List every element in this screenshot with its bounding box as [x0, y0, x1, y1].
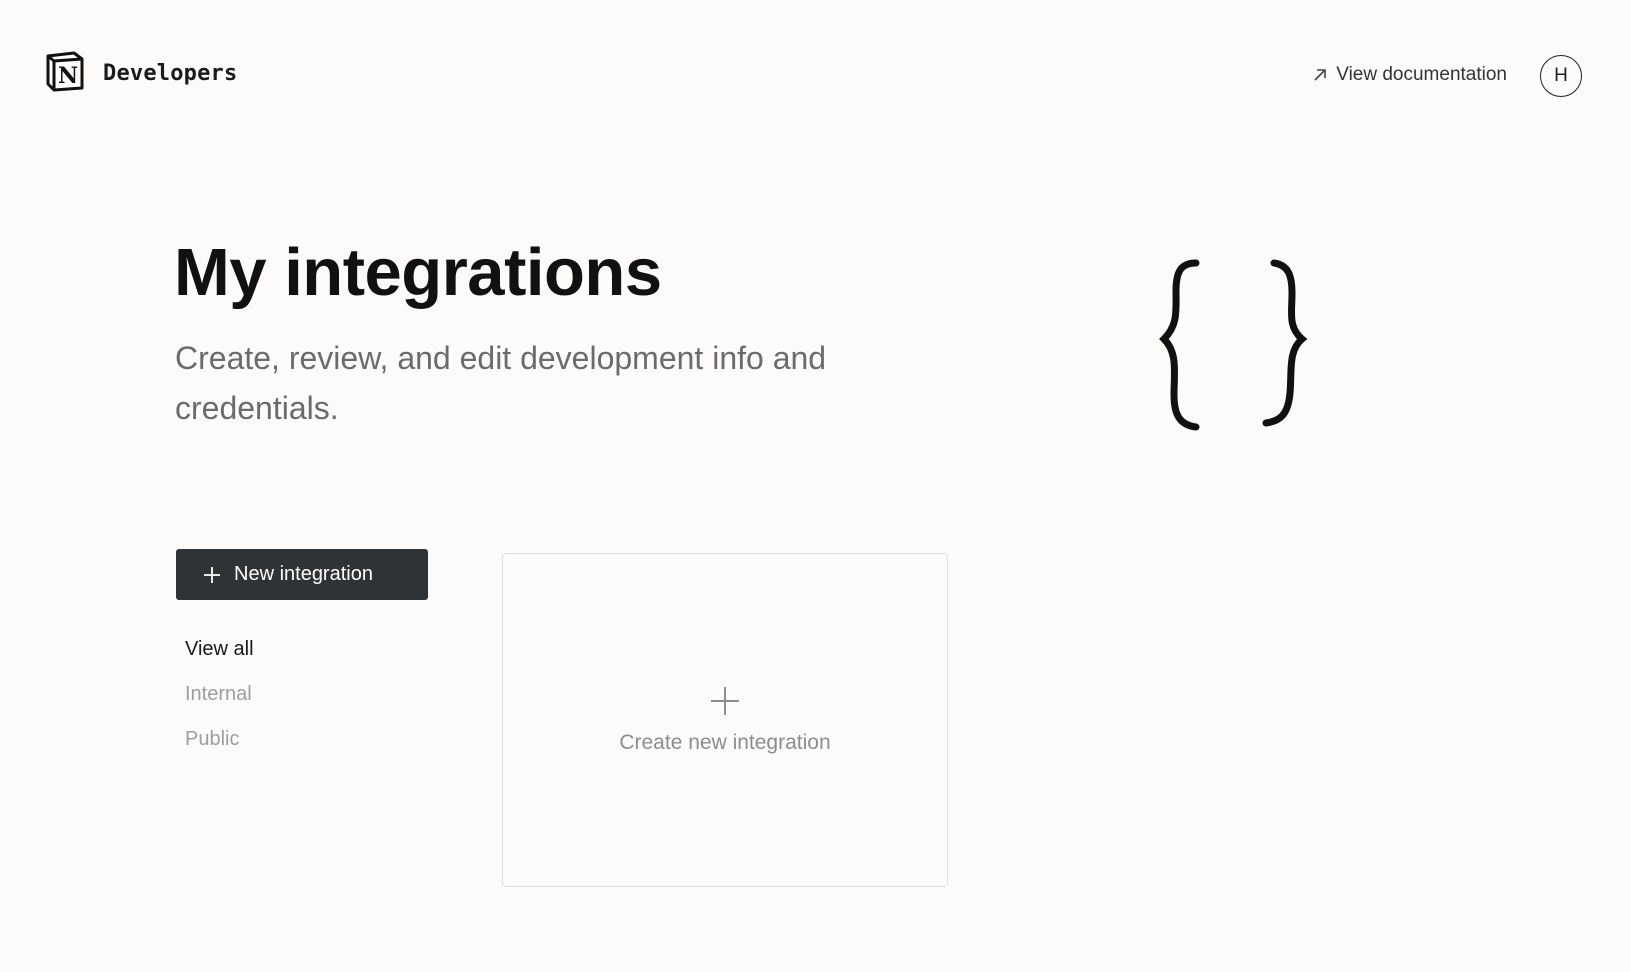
plus-icon — [711, 687, 739, 715]
new-integration-button[interactable]: New integration — [176, 549, 428, 600]
notion-logo-icon[interactable]: N — [44, 50, 86, 92]
filter-view-all[interactable]: View all — [185, 634, 254, 679]
user-avatar[interactable]: H — [1540, 55, 1582, 97]
arrow-up-right-icon — [1314, 69, 1327, 81]
create-integration-card[interactable]: Create new integration — [502, 553, 948, 887]
new-integration-label: New integration — [234, 563, 373, 585]
brand-title: Developers — [103, 61, 238, 86]
page-title: My integrations — [174, 235, 662, 310]
view-documentation-link[interactable]: View documentation — [1312, 64, 1507, 86]
plus-icon — [204, 566, 220, 583]
page-subtitle: Create, review, and edit development inf… — [175, 340, 827, 426]
curly-braces-icon — [1159, 259, 1308, 431]
doc-link-label: View documentation — [1336, 64, 1507, 85]
filter-public[interactable]: Public — [185, 724, 254, 769]
create-integration-label: Create new integration — [619, 731, 831, 754]
developers-page: N Developers View documentation H My int… — [0, 0, 1631, 972]
filter-internal[interactable]: Internal — [185, 679, 254, 724]
integration-filters: View all Internal Public — [185, 634, 254, 769]
svg-text:N: N — [58, 63, 78, 89]
